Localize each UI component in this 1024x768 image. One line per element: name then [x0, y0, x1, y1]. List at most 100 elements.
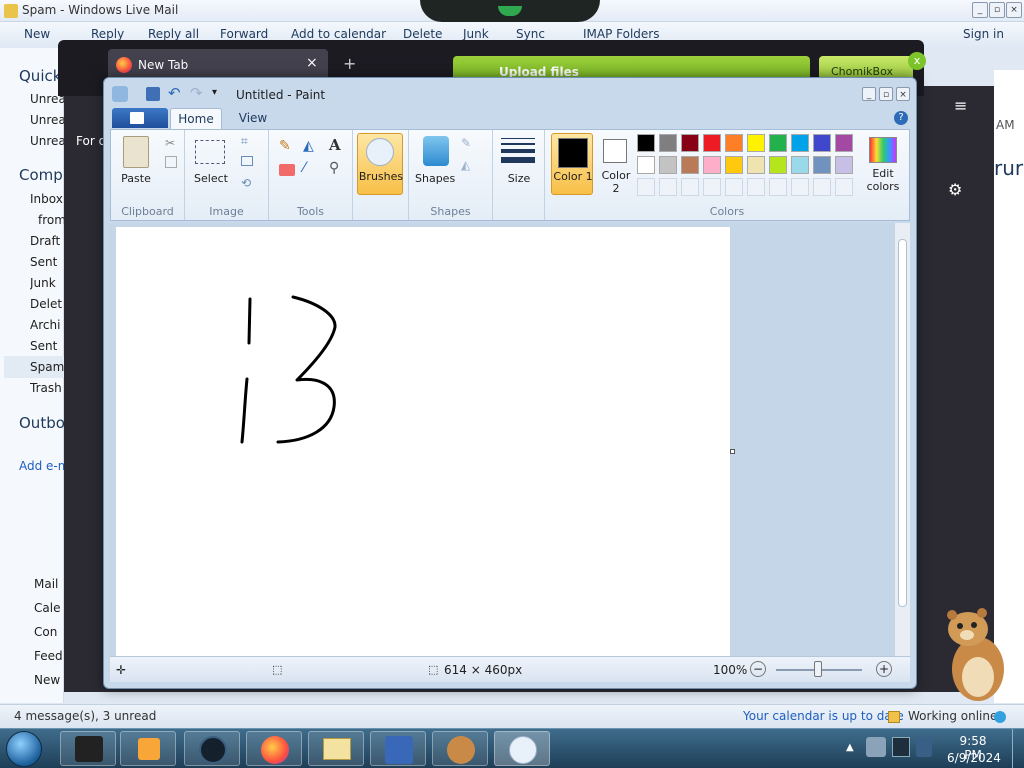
clock-date[interactable]: 6/9/2024 — [946, 751, 1002, 765]
paint-close-button[interactable]: × — [896, 87, 910, 101]
wlm-restore-button[interactable]: ▫ — [989, 2, 1005, 18]
tray-network-icon[interactable] — [892, 737, 910, 757]
color1-button[interactable]: Color 1 — [551, 133, 593, 195]
resize-icon[interactable] — [241, 156, 253, 166]
wlm-sign-in-link[interactable]: Sign in — [963, 27, 1004, 41]
firefox-menu-icon[interactable]: ≡ — [954, 96, 967, 115]
palette-swatch[interactable] — [703, 156, 721, 174]
scrollbar-thumb[interactable] — [898, 239, 907, 607]
wlm-delete-button[interactable]: Delete — [403, 27, 442, 41]
wlm-junk-button[interactable]: Junk — [463, 27, 489, 41]
shape-fill-icon[interactable]: ◭ — [461, 158, 470, 172]
palette-swatch[interactable] — [681, 156, 699, 174]
wlm-close-button[interactable]: × — [1006, 2, 1022, 18]
rotate-icon[interactable]: ⟲ — [241, 176, 251, 190]
palette-swatch[interactable] — [769, 156, 787, 174]
palette-empty-slot[interactable] — [725, 178, 743, 196]
palette-empty-slot[interactable] — [769, 178, 787, 196]
wlm-forward-button[interactable]: Forward — [220, 27, 268, 41]
tab-home[interactable]: Home — [170, 108, 222, 130]
drawing-canvas[interactable] — [116, 227, 730, 656]
brushes-button[interactable]: Brushes — [357, 133, 403, 195]
paint-maximize-button[interactable]: ▫ — [879, 87, 893, 101]
taskbar-chomikbox[interactable] — [432, 731, 488, 766]
palette-swatch[interactable] — [725, 156, 743, 174]
tab-view[interactable]: View — [228, 108, 278, 130]
paste-button[interactable]: Paste — [117, 172, 155, 185]
palette-swatch[interactable] — [659, 156, 677, 174]
taskbar-app-2[interactable] — [120, 731, 176, 766]
shapes-button[interactable]: Shapes — [415, 172, 455, 185]
palette-empty-slot[interactable] — [791, 178, 809, 196]
quick-access-dropdown-icon[interactable]: ▾ — [212, 87, 217, 98]
palette-swatch[interactable] — [747, 134, 765, 152]
size-icon[interactable] — [501, 138, 535, 163]
palette-empty-slot[interactable] — [703, 178, 721, 196]
firefox-settings-gear-icon[interactable]: ⚙ — [948, 180, 962, 199]
palette-swatch[interactable] — [791, 156, 809, 174]
taskbar-firefox[interactable] — [246, 731, 302, 766]
palette-swatch[interactable] — [835, 134, 853, 152]
hamster-mascot-icon[interactable] — [938, 605, 1010, 705]
palette-swatch[interactable] — [747, 156, 765, 174]
cut-icon[interactable]: ✂ — [165, 136, 175, 150]
taskbar-app-3[interactable] — [184, 731, 240, 766]
new-tab-plus-icon[interactable]: + — [343, 54, 356, 73]
magnifier-icon[interactable]: ⚲ — [329, 160, 339, 176]
color2-button[interactable]: Color 2 — [597, 133, 635, 195]
palette-empty-slot[interactable] — [835, 178, 853, 196]
palette-swatch[interactable] — [659, 134, 677, 152]
redo-icon[interactable]: ↷ — [190, 84, 203, 102]
palette-swatch[interactable] — [791, 134, 809, 152]
pencil-icon[interactable]: ✎ — [279, 138, 291, 154]
wlm-add-calendar-button[interactable]: Add to calendar — [291, 27, 386, 41]
wlm-new-button[interactable]: New — [24, 27, 50, 41]
zoom-out-button[interactable]: − — [750, 661, 766, 677]
palette-swatch[interactable] — [813, 156, 831, 174]
palette-swatch[interactable] — [703, 134, 721, 152]
tab-close-icon[interactable]: × — [306, 55, 318, 71]
palette-swatch[interactable] — [813, 134, 831, 152]
eraser-icon[interactable] — [279, 164, 295, 176]
color-picker-icon[interactable]: ⁄ — [303, 160, 305, 176]
palette-swatch[interactable] — [637, 134, 655, 152]
taskbar-paint[interactable] — [494, 731, 550, 766]
wlm-reply-button[interactable]: Reply — [91, 27, 124, 41]
palette-empty-slot[interactable] — [813, 178, 831, 196]
palette-swatch[interactable] — [637, 156, 655, 174]
banner-close-icon[interactable]: x — [908, 52, 926, 70]
tray-expand-icon[interactable]: ▲ — [846, 742, 854, 753]
palette-swatch[interactable] — [725, 134, 743, 152]
taskbar-app-1[interactable] — [60, 731, 116, 766]
tray-printer-icon[interactable] — [866, 737, 886, 757]
palette-swatch[interactable] — [769, 134, 787, 152]
zoom-in-button[interactable]: + — [876, 661, 892, 677]
show-desktop-button[interactable] — [1012, 729, 1024, 768]
size-button[interactable]: Size — [497, 172, 541, 185]
wlm-reply-all-button[interactable]: Reply all — [148, 27, 199, 41]
paint-file-menu-button[interactable] — [112, 108, 168, 128]
palette-empty-slot[interactable] — [637, 178, 655, 196]
taskbar-windows-live-mail[interactable] — [308, 731, 364, 766]
text-icon[interactable]: A — [329, 136, 341, 154]
paste-icon[interactable] — [123, 136, 149, 168]
fill-icon[interactable]: ◭ — [303, 138, 314, 154]
copy-icon[interactable] — [165, 156, 177, 168]
crop-icon[interactable]: ⌗ — [241, 134, 248, 149]
palette-empty-slot[interactable] — [747, 178, 765, 196]
vertical-scrollbar[interactable] — [894, 223, 910, 656]
palette-empty-slot[interactable] — [681, 178, 699, 196]
outline-icon[interactable]: ✎ — [461, 136, 471, 150]
wlm-imap-folders-button[interactable]: IMAP Folders — [583, 27, 660, 41]
edit-colors-button[interactable]: Edit colors — [861, 133, 905, 195]
shapes-icon[interactable] — [423, 136, 449, 166]
palette-swatch[interactable] — [681, 134, 699, 152]
select-button[interactable]: Select — [191, 172, 231, 185]
taskbar-app-6[interactable] — [370, 731, 426, 766]
save-icon[interactable] — [146, 87, 160, 101]
paint-minimize-button[interactable]: _ — [862, 87, 876, 101]
zoom-slider-thumb[interactable] — [814, 661, 822, 677]
start-button[interactable] — [6, 731, 42, 767]
select-icon[interactable] — [195, 140, 225, 164]
help-icon[interactable]: ? — [894, 111, 908, 125]
